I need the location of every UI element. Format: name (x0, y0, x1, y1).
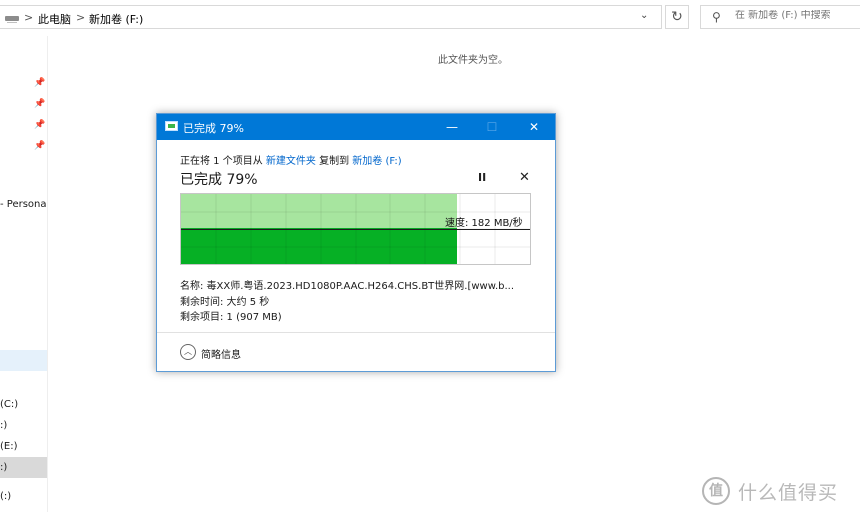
items-remaining: 剩余项目: 1 (907 MB) (180, 312, 282, 323)
dialog-title: 已完成 79% (183, 122, 244, 135)
speed-label: 速度: 182 MB/秒 (445, 218, 523, 229)
collapse-details-button[interactable]: ︿ (180, 344, 196, 360)
search-box[interactable]: ⚲ (700, 5, 860, 29)
source-folder-link[interactable]: 新建文件夹 (266, 156, 316, 167)
destination-link[interactable]: 新加卷 (F:) (352, 156, 401, 167)
nav-item-drive-f[interactable]: :) (0, 457, 47, 478)
status-prefix: 正在将 1 个项目从 (180, 156, 266, 167)
breadcrumb-drive-f[interactable]: 新加卷 (F:) (89, 11, 143, 27)
transfer-graph: 速度: 182 MB/秒 (180, 193, 531, 265)
watermark-logo: 值 (702, 477, 730, 505)
address-bar[interactable]: > 此电脑 > 新加卷 (F:) ⌄ (0, 5, 662, 29)
pause-button[interactable]: II (478, 171, 486, 184)
chevron-up-icon: ︿ (184, 347, 192, 356)
refresh-button[interactable]: ↻ (665, 5, 689, 29)
nav-item-drive-c[interactable]: (C:) (0, 394, 47, 415)
empty-folder-message: 此文件夹为空。 (438, 55, 508, 66)
search-icon: ⚲ (712, 10, 721, 24)
breadcrumb-separator[interactable]: > (24, 11, 33, 24)
nav-item-drive-g[interactable]: (:) (0, 486, 47, 507)
progress-percent: 已完成 79% (180, 172, 258, 188)
nav-item-drive-e[interactable]: (E:) (0, 436, 47, 457)
dialog-titlebar[interactable]: 已完成 79% — ☐ ✕ (157, 114, 555, 140)
search-input[interactable] (735, 10, 860, 21)
collapse-details-label[interactable]: 简略信息 (201, 346, 241, 361)
nav-item-personal[interactable]: - Persona (0, 194, 47, 215)
refresh-icon: ↻ (671, 9, 683, 25)
pin-icon[interactable]: 📌 (34, 78, 45, 88)
pin-icon[interactable]: 📌 (34, 141, 45, 151)
breadcrumb-this-pc[interactable]: 此电脑 (38, 11, 71, 27)
navigation-pane: 📌 📌 📌 📌 - Persona (C:) :) (E:) :) (:) (0, 36, 48, 512)
copy-status-line: 正在将 1 个项目从 新建文件夹 复制到 新加卷 (F:) (180, 152, 402, 167)
explorer-window: > 此电脑 > 新加卷 (F:) ⌄ ↻ ⚲ 📌 📌 📌 📌 - Persona… (0, 0, 860, 512)
status-mid: 复制到 (315, 156, 353, 167)
nav-item-selected[interactable] (0, 350, 47, 371)
minimize-button[interactable]: — (431, 114, 473, 140)
chevron-down-icon[interactable]: ⌄ (640, 10, 648, 21)
stop-button[interactable]: ✕ (519, 170, 530, 185)
drive-icon (5, 16, 19, 23)
current-speed-line (181, 229, 530, 230)
close-button[interactable]: ✕ (513, 114, 555, 140)
file-name: 名称: 毒XX师.粤语.2023.HD1080P.AAC.H264.CHS.BT… (180, 281, 515, 292)
breadcrumb-separator[interactable]: > (76, 11, 85, 24)
copy-icon (165, 121, 178, 131)
pin-icon[interactable]: 📌 (34, 99, 45, 109)
copy-progress-dialog: 已完成 79% — ☐ ✕ 正在将 1 个项目从 新建文件夹 复制到 新加卷 (… (156, 113, 556, 372)
pin-icon[interactable]: 📌 (34, 120, 45, 130)
divider (157, 332, 555, 333)
watermark-logo-text: 值 (709, 483, 723, 499)
address-row: > 此电脑 > 新加卷 (F:) ⌄ ↻ ⚲ (0, 0, 860, 36)
time-remaining: 剩余时间: 大约 5 秒 (180, 297, 270, 308)
nav-item-drive-d[interactable]: :) (0, 415, 47, 436)
maximize-button: ☐ (486, 120, 498, 134)
watermark-text: 什么值得买 (738, 482, 839, 504)
